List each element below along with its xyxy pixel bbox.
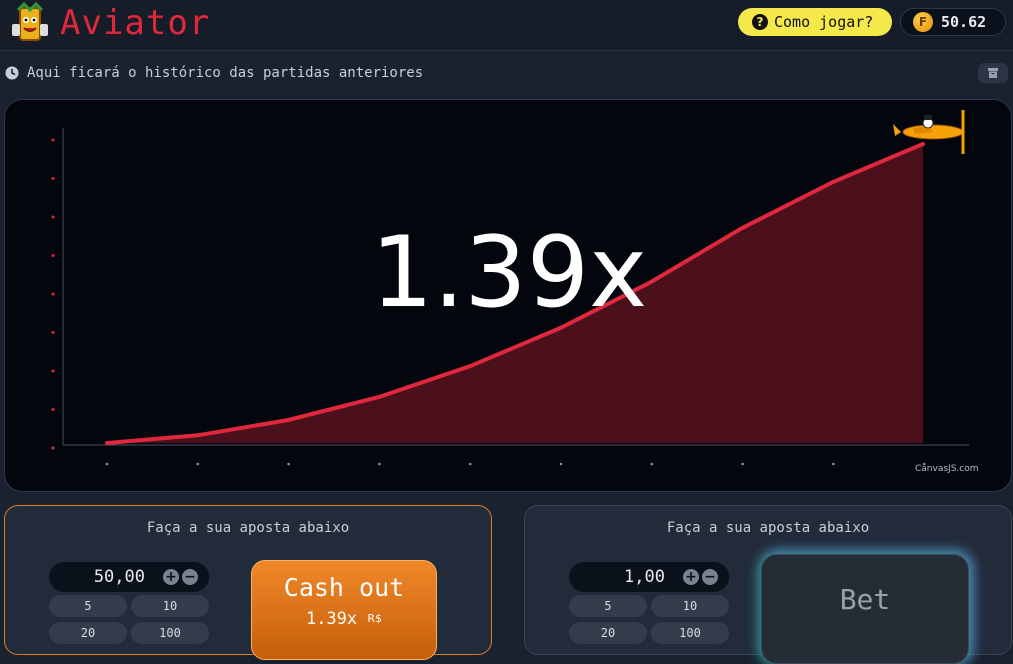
- bet-panel-1: Faça a sua aposta abaixo 50,00 + − 5 10 …: [4, 505, 492, 660]
- quick-amount-chip[interactable]: 5: [49, 595, 127, 617]
- how-to-play-label: Como jogar?: [774, 13, 874, 31]
- x-tick-dot: [378, 462, 381, 466]
- bet-panel-title: Faça a sua aposta abaixo: [146, 520, 350, 536]
- bet-amount-field[interactable]: 1,00 + −: [569, 562, 729, 592]
- quick-amount-chip[interactable]: 10: [131, 595, 209, 617]
- y-tick-dot: [51, 177, 55, 180]
- question-circle-icon: ?: [752, 14, 768, 30]
- quick-amount-chip[interactable]: 100: [131, 622, 209, 644]
- x-tick-dot: [196, 462, 200, 466]
- current-multiplier: 1.39x: [370, 216, 648, 330]
- y-tick-dot: [51, 331, 55, 334]
- coin-icon: F: [913, 12, 933, 32]
- x-tick-dot: [832, 462, 835, 466]
- y-tick-dot: [51, 446, 55, 450]
- header: Aviator ? Como jogar? F 50.62: [0, 0, 1013, 51]
- minus-icon[interactable]: −: [182, 569, 198, 585]
- y-tick-dot: [51, 369, 55, 373]
- bet-panel-title: Faça a sua aposta abaixo: [666, 520, 870, 536]
- balance-display: F 50.62: [900, 8, 1006, 36]
- game-canvas: 1.39x CanvasJS.com: [4, 99, 1012, 492]
- how-to-play-button[interactable]: ? Como jogar?: [738, 8, 892, 36]
- bet-panel-2: Faça a sua aposta abaixo 1,00 + − 5 10 2…: [524, 505, 1012, 664]
- bet-amount-value: 1,00: [624, 567, 665, 587]
- x-tick-dot: [287, 462, 290, 466]
- bet-button-label: Bet: [839, 583, 891, 616]
- logo-icon: [12, 2, 48, 41]
- cash-out-multiplier: 1.39x: [305, 609, 358, 629]
- clock-icon: [5, 66, 19, 80]
- quick-amount-chip[interactable]: 20: [569, 622, 647, 644]
- quick-amount-chip[interactable]: 5: [569, 595, 647, 617]
- cash-out-button[interactable]: Cash out 1.39x R$: [251, 560, 437, 660]
- quick-amount-chip[interactable]: 100: [651, 622, 729, 644]
- y-tick-dot: [51, 408, 55, 411]
- x-tick-dot: [105, 462, 109, 466]
- balance-value: 50.62: [941, 13, 987, 31]
- history-bar: Aqui ficará o histórico das partidas ant…: [5, 63, 423, 83]
- plus-icon[interactable]: +: [163, 569, 179, 585]
- cash-out-value: 1.39x R$: [252, 609, 436, 629]
- bet-button[interactable]: Bet: [761, 554, 969, 664]
- x-tick-dot: [741, 462, 744, 466]
- cash-out-label: Cash out: [283, 573, 405, 602]
- quick-amount-chip[interactable]: 20: [49, 622, 127, 644]
- y-tick-dot: [51, 138, 55, 142]
- archive-button[interactable]: [978, 63, 1008, 83]
- quick-amount-chip[interactable]: 10: [651, 595, 729, 617]
- x-tick-dot: [650, 462, 654, 466]
- minus-icon[interactable]: −: [702, 569, 718, 585]
- x-tick-dot: [468, 462, 472, 466]
- chart-credit: CanvasJS.com: [915, 464, 979, 474]
- bet-amount-value: 50,00: [93, 567, 145, 587]
- airplane-icon: [893, 110, 965, 154]
- archive-icon: [988, 68, 998, 78]
- cash-out-currency: R$: [367, 612, 383, 625]
- history-text: Aqui ficará o histórico das partidas ant…: [27, 65, 424, 81]
- plus-icon[interactable]: +: [683, 569, 699, 585]
- x-tick-dot: [559, 462, 563, 466]
- bet-amount-field[interactable]: 50,00 + −: [49, 562, 209, 592]
- logo-text: Aviator: [60, 3, 211, 43]
